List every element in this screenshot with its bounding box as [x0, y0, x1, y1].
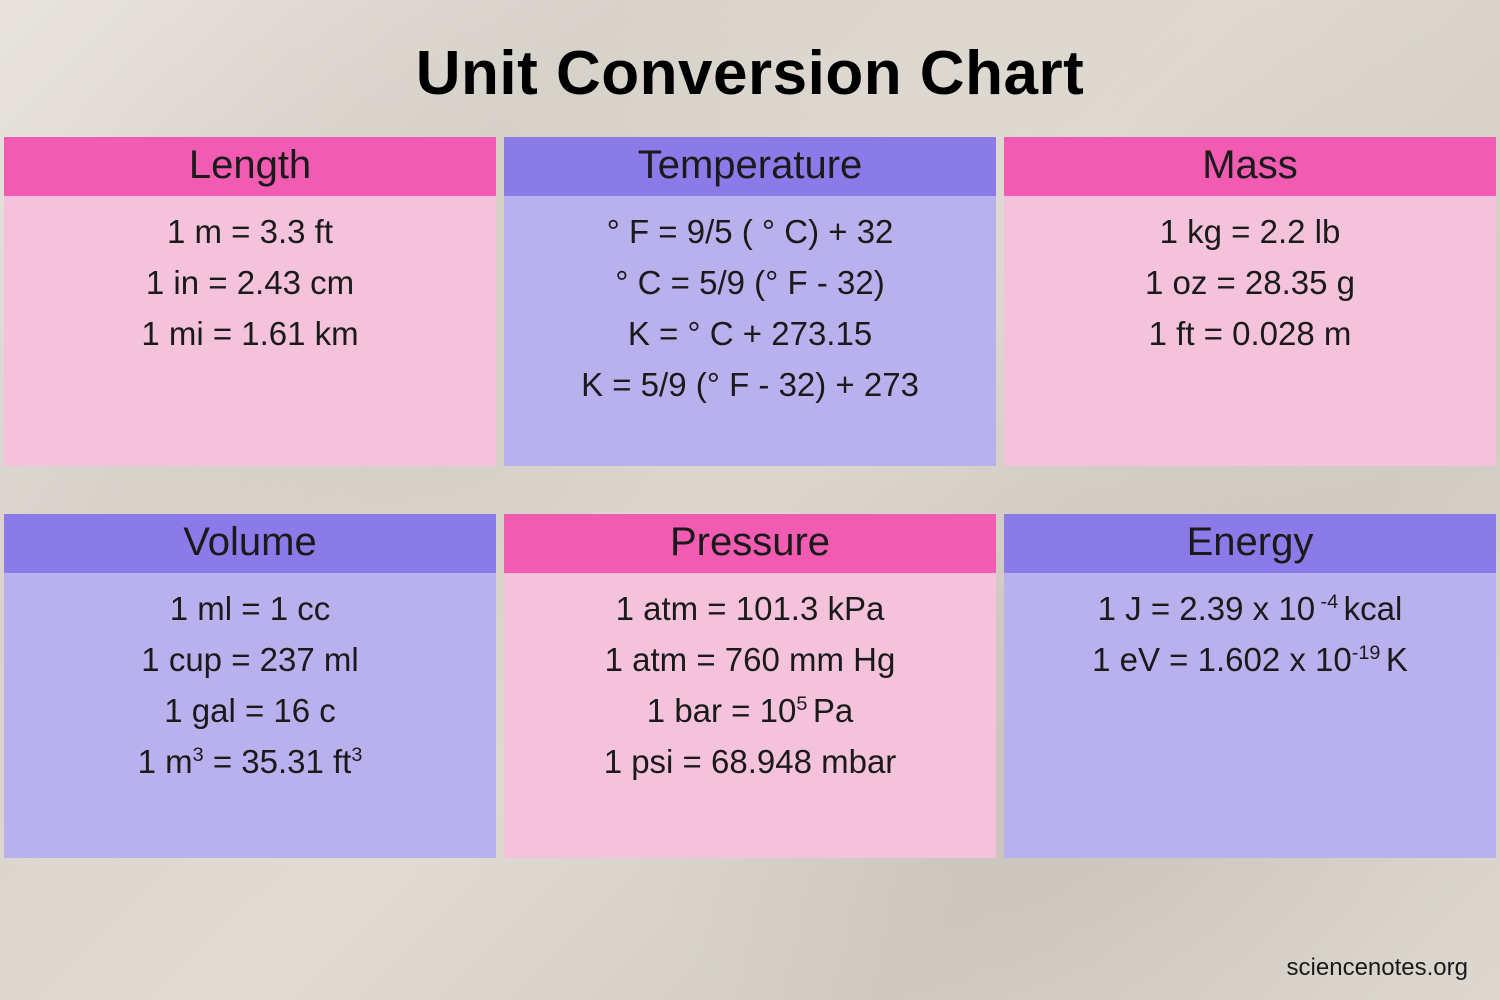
pressure-line: 1 psi = 68.948 mbar — [514, 736, 986, 787]
pressure-line: 1 bar = 105 Pa — [514, 685, 986, 736]
energy-header: Energy — [1004, 514, 1496, 573]
energy-card: Energy 1 J = 2.39 x 10 -4 kcal 1 eV = 1.… — [1004, 514, 1496, 858]
pressure-line: 1 atm = 760 mm Hg — [514, 634, 986, 685]
temperature-line: ° C = 5/9 (° F - 32) — [514, 257, 986, 308]
temperature-line: K = 5/9 (° F - 32) + 273 — [514, 359, 986, 410]
length-card: Length 1 m = 3.3 ft 1 in = 2.43 cm 1 mi … — [4, 137, 496, 466]
mass-line: 1 ft = 0.028 m — [1014, 308, 1486, 359]
volume-card: Volume 1 ml = 1 cc 1 cup = 237 ml 1 gal … — [4, 514, 496, 858]
row-1: Length 1 m = 3.3 ft 1 in = 2.43 cm 1 mi … — [0, 137, 1500, 466]
mass-card: Mass 1 kg = 2.2 lb 1 oz = 28.35 g 1 ft =… — [1004, 137, 1496, 466]
page-title: Unit Conversion Chart — [0, 0, 1500, 137]
pressure-card: Pressure 1 atm = 101.3 kPa 1 atm = 760 m… — [504, 514, 996, 858]
energy-line: 1 J = 2.39 x 10 -4 kcal — [1014, 583, 1486, 634]
length-line: 1 in = 2.43 cm — [14, 257, 486, 308]
volume-line: 1 cup = 237 ml — [14, 634, 486, 685]
pressure-body: 1 atm = 101.3 kPa 1 atm = 760 mm Hg 1 ba… — [504, 573, 996, 858]
pressure-header: Pressure — [504, 514, 996, 573]
temperature-line: K = ° C + 273.15 — [514, 308, 986, 359]
volume-header: Volume — [4, 514, 496, 573]
volume-body: 1 ml = 1 cc 1 cup = 237 ml 1 gal = 16 c … — [4, 573, 496, 858]
mass-body: 1 kg = 2.2 lb 1 oz = 28.35 g 1 ft = 0.02… — [1004, 196, 1496, 466]
mass-header: Mass — [1004, 137, 1496, 196]
volume-line: 1 m3 = 35.31 ft3 — [14, 736, 486, 787]
volume-line: 1 gal = 16 c — [14, 685, 486, 736]
mass-line: 1 oz = 28.35 g — [1014, 257, 1486, 308]
temperature-card: Temperature ° F = 9/5 ( ° C) + 32 ° C = … — [504, 137, 996, 466]
pressure-line: 1 atm = 101.3 kPa — [514, 583, 986, 634]
length-line: 1 m = 3.3 ft — [14, 206, 486, 257]
energy-line: 1 eV = 1.602 x 10-19 K — [1014, 634, 1486, 685]
length-line: 1 mi = 1.61 km — [14, 308, 486, 359]
temperature-line: ° F = 9/5 ( ° C) + 32 — [514, 206, 986, 257]
volume-line: 1 ml = 1 cc — [14, 583, 486, 634]
energy-body: 1 J = 2.39 x 10 -4 kcal 1 eV = 1.602 x 1… — [1004, 573, 1496, 858]
mass-line: 1 kg = 2.2 lb — [1014, 206, 1486, 257]
temperature-header: Temperature — [504, 137, 996, 196]
attribution: sciencenotes.org — [1287, 954, 1468, 982]
length-header: Length — [4, 137, 496, 196]
temperature-body: ° F = 9/5 ( ° C) + 32 ° C = 5/9 (° F - 3… — [504, 196, 996, 466]
length-body: 1 m = 3.3 ft 1 in = 2.43 cm 1 mi = 1.61 … — [4, 196, 496, 466]
row-2: Volume 1 ml = 1 cc 1 cup = 237 ml 1 gal … — [0, 514, 1500, 858]
